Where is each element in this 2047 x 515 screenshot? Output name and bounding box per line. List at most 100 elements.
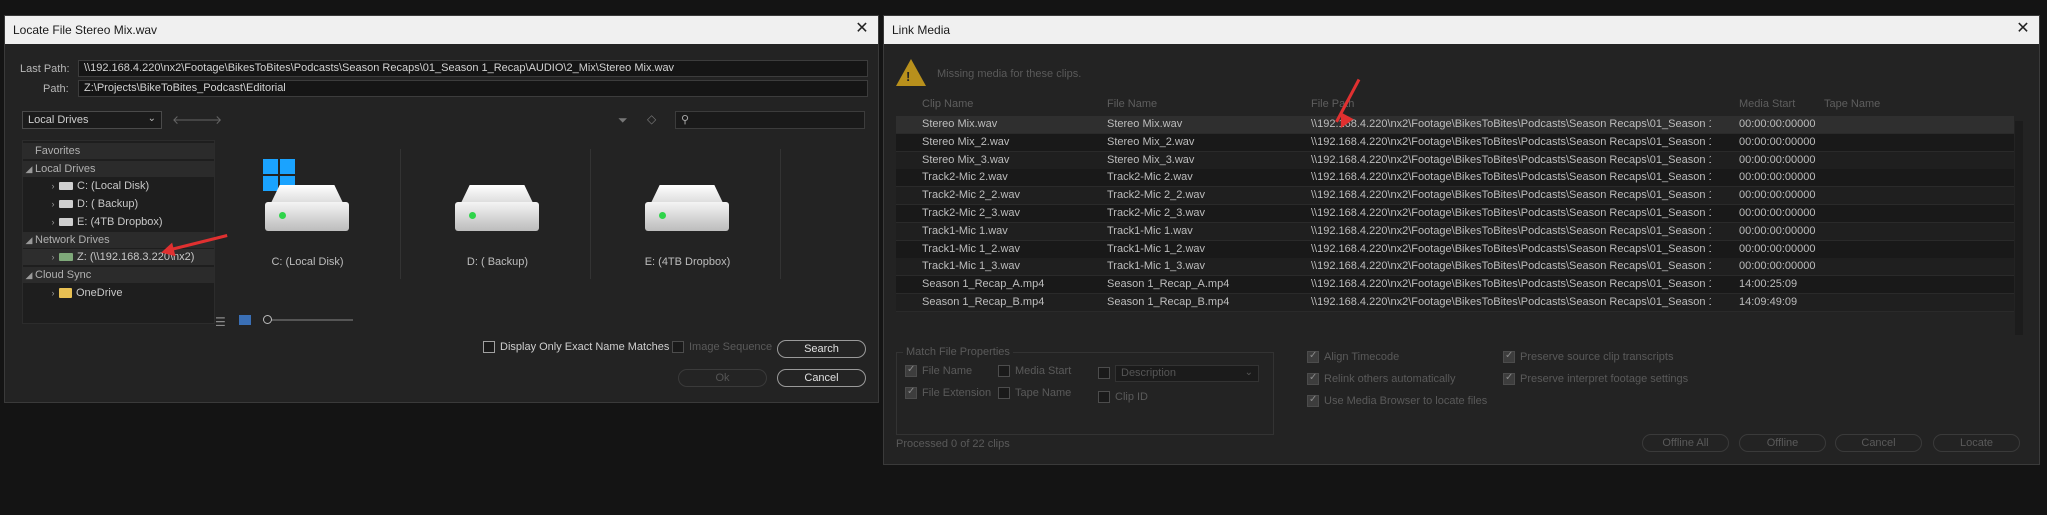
chevron-down-icon[interactable]: ◢ (23, 232, 35, 248)
checkbox-label: Preserve interpret footage settings (1520, 373, 1689, 385)
last-path-field[interactable]: \\192.168.4.220\nx2\Footage\BikesToBites… (78, 60, 868, 77)
table-row[interactable]: Track1-Mic 1_3.wav Track1-Mic 1_3.wav \\19… (896, 258, 2014, 277)
file-name-checkbox[interactable]: File Name (905, 364, 972, 377)
tree-item-cloud-sync[interactable]: ◢ Cloud Sync (23, 267, 214, 283)
align-timecode-checkbox[interactable]: Align Timecode (1307, 350, 1399, 363)
file-name-cell: Season 1_Recap_A.mp4 (1107, 278, 1230, 291)
chevron-right-icon[interactable]: › (47, 285, 59, 301)
close-icon[interactable]: ✕ (852, 19, 872, 39)
drive-tile-e[interactable]: E: (4TB Dropbox) (595, 149, 781, 279)
zoom-slider[interactable] (263, 315, 353, 324)
table-row[interactable]: Stereo Mix.wav Stereo Mix.wav \\192.168.4.… (896, 116, 2014, 134)
search-button[interactable]: Search (777, 340, 866, 358)
description-dropdown[interactable]: Description ⌄ (1115, 365, 1259, 382)
checkbox-label: Display Only Exact Name Matches (500, 341, 670, 353)
offline-all-button[interactable]: Offline All (1642, 434, 1729, 452)
forward-arrow-icon[interactable]: 🡒 (190, 112, 222, 127)
table-row[interactable]: Season 1_Recap_A.mp4 Season 1_Recap_A.mp4… (896, 276, 2014, 295)
tree-item-e-drive[interactable]: › E: (4TB Dropbox) (23, 214, 214, 230)
tree-item-local-drives[interactable]: ◢ Local Drives (23, 161, 214, 177)
description-checkbox[interactable] (1098, 367, 1110, 379)
cancel-button[interactable]: Cancel (1835, 434, 1922, 452)
drive-tile-d[interactable]: D: ( Backup) (405, 149, 591, 279)
chevron-right-icon[interactable]: › (47, 249, 59, 265)
checkbox-box[interactable] (483, 341, 495, 353)
drive-filter-dropdown[interactable]: Local Drives ⌄ (22, 111, 162, 129)
checkbox-box[interactable] (672, 341, 684, 353)
tree-item-onedrive[interactable]: › OneDrive (23, 285, 214, 301)
search-input[interactable]: ⚲ (675, 111, 865, 129)
warning-icon (896, 59, 926, 86)
checkbox-box[interactable] (998, 365, 1010, 377)
table-row[interactable]: Track2-Mic 2_3.wav Track2-Mic 2_3.wav \\19… (896, 205, 2014, 223)
tree-item-c-drive[interactable]: › C: (Local Disk) (23, 178, 214, 194)
table-row[interactable]: Season 1_Recap_B.mp4 Season 1_Recap_B.mp4… (896, 294, 2014, 312)
table-scrollbar[interactable] (2015, 121, 2023, 335)
clip-name-cell: Season 1_Recap_B.mp4 (922, 296, 1045, 308)
offline-button[interactable]: Offline (1739, 434, 1826, 452)
locate-title: Locate File Stereo Mix.wav (13, 23, 158, 37)
icon-view-icon[interactable] (239, 315, 251, 325)
drive-filter-value: Local Drives (28, 114, 89, 126)
filter-icon[interactable]: ⏷ (618, 113, 628, 128)
chevron-right-icon[interactable]: › (47, 214, 59, 230)
tree-item-favorites[interactable]: Favorites (23, 143, 214, 159)
table-row[interactable]: Track1-Mic 1.wav Track1-Mic 1.wav \\192.16… (896, 222, 2014, 241)
tree-item-z-drive[interactable]: › Z: (\\192.168.3.220\nx2) (23, 249, 214, 265)
checkbox-box[interactable] (1307, 350, 1319, 363)
chevron-right-icon[interactable]: › (47, 178, 59, 194)
column-header-clip-name[interactable]: Clip Name (922, 98, 1107, 110)
link-media-dialog: Link Media ✕ ! Missing media for these c… (883, 15, 2040, 465)
media-start-cell: 00:00:00:00000 (1739, 224, 1816, 237)
ok-button[interactable]: Ok (678, 369, 767, 387)
cancel-button[interactable]: Cancel (777, 369, 866, 387)
file-extension-checkbox[interactable]: File Extension (905, 386, 991, 399)
checkbox-box[interactable] (1503, 350, 1515, 363)
drive-tile-c[interactable]: C: (Local Disk) (215, 149, 401, 279)
zoom-slider-handle[interactable] (263, 315, 272, 324)
view-icon[interactable]: ◇ (647, 112, 656, 126)
table-row[interactable]: Track2-Mic 2.wav Track2-Mic 2.wav \\192.16… (896, 169, 2014, 188)
clip-id-checkbox[interactable]: Clip ID (1098, 391, 1148, 403)
path-field[interactable]: Z:\Projects\BikeToBites_Podcast\Editoria… (78, 80, 868, 97)
file-path-cell: \\192.168.4.220\nx2\Footage\BikesToBites… (1311, 278, 1711, 291)
checkbox-box[interactable] (905, 364, 917, 377)
chevron-right-icon[interactable]: › (47, 196, 59, 212)
chevron-down-icon[interactable]: ◢ (23, 161, 35, 177)
table-row[interactable]: Stereo Mix_2.wav Stereo Mix_2.wav \\192.16… (896, 133, 2014, 152)
media-start-cell: 00:00:00:00000 (1739, 118, 1816, 130)
clip-name-cell: Stereo Mix_2.wav (922, 135, 1010, 148)
preserve-transcripts-checkbox[interactable]: Preserve source clip transcripts (1503, 350, 1673, 363)
column-header-file-name[interactable]: File Name (1107, 98, 1297, 110)
list-view-icon[interactable]: ☰ (215, 315, 226, 329)
locate-button[interactable]: Locate (1933, 434, 2020, 452)
table-row[interactable]: Stereo Mix_3.wav Stereo Mix_3.wav \\192.16… (896, 151, 2014, 170)
description-dropdown-value: Description (1121, 367, 1177, 379)
use-media-browser-checkbox[interactable]: Use Media Browser to locate files (1307, 394, 1487, 407)
media-start-checkbox[interactable]: Media Start (998, 365, 1071, 377)
checkbox-box[interactable] (905, 386, 917, 399)
chevron-down-icon[interactable]: ◢ (23, 267, 35, 283)
close-icon[interactable]: ✕ (2013, 19, 2033, 39)
table-row[interactable]: Track1-Mic 1_2.wav Track1-Mic 1_2.wav \\19… (896, 240, 2014, 259)
tree-item-d-drive[interactable]: › D: ( Backup) (23, 196, 214, 212)
exact-match-checkbox[interactable]: Display Only Exact Name Matches (483, 341, 669, 353)
column-header-tape-name[interactable]: Tape Name (1824, 98, 1904, 110)
clip-name-cell: Stereo Mix.wav (922, 118, 998, 130)
preserve-interpret-checkbox[interactable]: Preserve interpret footage settings (1503, 372, 1689, 385)
hard-drive-icon (645, 185, 729, 231)
column-header-media-start[interactable]: Media Start (1739, 98, 1819, 110)
relink-others-checkbox[interactable]: Relink others automatically (1307, 372, 1455, 385)
checkbox-box[interactable] (1307, 394, 1319, 407)
image-sequence-checkbox[interactable]: Image Sequence (672, 341, 772, 353)
tape-name-checkbox[interactable]: Tape Name (998, 387, 1071, 399)
checkbox-box[interactable] (1098, 391, 1110, 403)
column-header-file-path[interactable]: File Path (1311, 98, 1711, 110)
checkbox-box[interactable] (1098, 367, 1110, 379)
folder-icon (59, 288, 72, 299)
checkbox-box[interactable] (1503, 372, 1515, 385)
checkbox-box[interactable] (998, 387, 1010, 399)
checkbox-box[interactable] (1307, 372, 1319, 385)
media-start-cell: 00:00:00:00000 (1739, 189, 1816, 202)
table-row[interactable]: Track2-Mic 2_2.wav Track2-Mic 2_2.wav \\19… (896, 187, 2014, 206)
